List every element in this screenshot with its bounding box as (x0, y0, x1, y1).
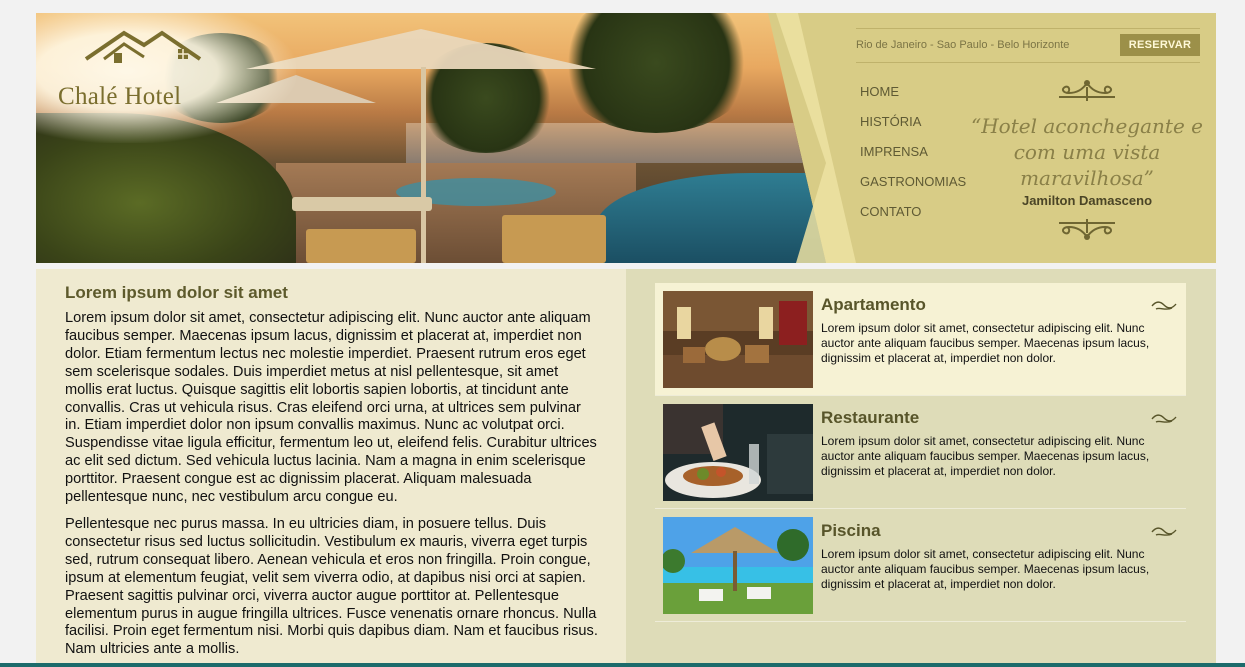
feature-list: Apartamento Lorem ipsum dolor sit amet, … (655, 283, 1186, 622)
article-title: Lorem ipsum dolor sit amet (65, 283, 288, 302)
feature-title: Piscina (821, 521, 881, 540)
brand-name: Chalé Hotel (58, 83, 182, 110)
feature-apartamento[interactable]: Apartamento Lorem ipsum dolor sit amet, … (655, 283, 1186, 396)
cities-list: Rio de Janeiro - Sao Paulo - Belo Horizo… (856, 39, 1070, 51)
reserve-button[interactable]: RESERVAR (1120, 34, 1200, 56)
article-paragraph: Lorem ipsum dolor sit amet, consectetur … (65, 310, 597, 506)
feature-piscina[interactable]: Piscina Lorem ipsum dolor sit amet, cons… (655, 509, 1186, 622)
main-nav: HOME HISTÓRIA IMPRENSA GASTRONOMIAS CONT… (860, 83, 966, 233)
nav-home[interactable]: HOME (860, 83, 966, 113)
house-roof-icon (84, 30, 202, 63)
testimonial-quote: “Hotel aconchegante e com uma vista mara… (971, 114, 1203, 190)
nav-contato[interactable]: CONTATO (860, 203, 966, 233)
wave-ornament-icon (1151, 301, 1177, 310)
feature-title: Restaurante (821, 408, 920, 427)
header: Chalé Hotel Rio de Janeiro - Sao Paulo -… (36, 13, 1216, 263)
wave-ornament-icon (1151, 414, 1177, 423)
flourish-ornament-icon (1059, 80, 1115, 101)
article: Lorem ipsum dolor sit amet Lorem ipsum d… (36, 269, 626, 667)
flourish-ornament-icon (1059, 219, 1115, 240)
feature-description: Lorem ipsum dolor sit amet, consectetur … (821, 321, 1150, 365)
content-area: Lorem ipsum dolor sit amet Lorem ipsum d… (36, 269, 1216, 667)
feature-title: Apartamento (821, 295, 926, 314)
page: Chalé Hotel Rio de Janeiro - Sao Paulo -… (36, 13, 1216, 667)
wave-ornament-icon (1151, 527, 1177, 536)
nav-imprensa[interactable]: IMPRENSA (860, 143, 966, 173)
feature-restaurante[interactable]: Restaurante Lorem ipsum dolor sit amet, … (655, 396, 1186, 509)
bottom-bar (0, 663, 1245, 667)
testimonial-author: Jamilton Damasceno (1021, 193, 1153, 208)
hotel-logo[interactable]: Chalé Hotel (54, 27, 214, 110)
piscina-photo (663, 517, 813, 614)
nav-gastronomias[interactable]: GASTRONOMIAS (860, 173, 966, 203)
feature-description: Lorem ipsum dolor sit amet, consectetur … (821, 547, 1150, 591)
nav-historia[interactable]: HISTÓRIA (860, 113, 966, 143)
article-paragraph: Pellentesque nec purus massa. In eu ultr… (65, 515, 598, 658)
feature-description: Lorem ipsum dolor sit amet, consectetur … (821, 434, 1150, 478)
apartamento-photo (663, 291, 813, 388)
restaurante-photo (663, 404, 813, 501)
